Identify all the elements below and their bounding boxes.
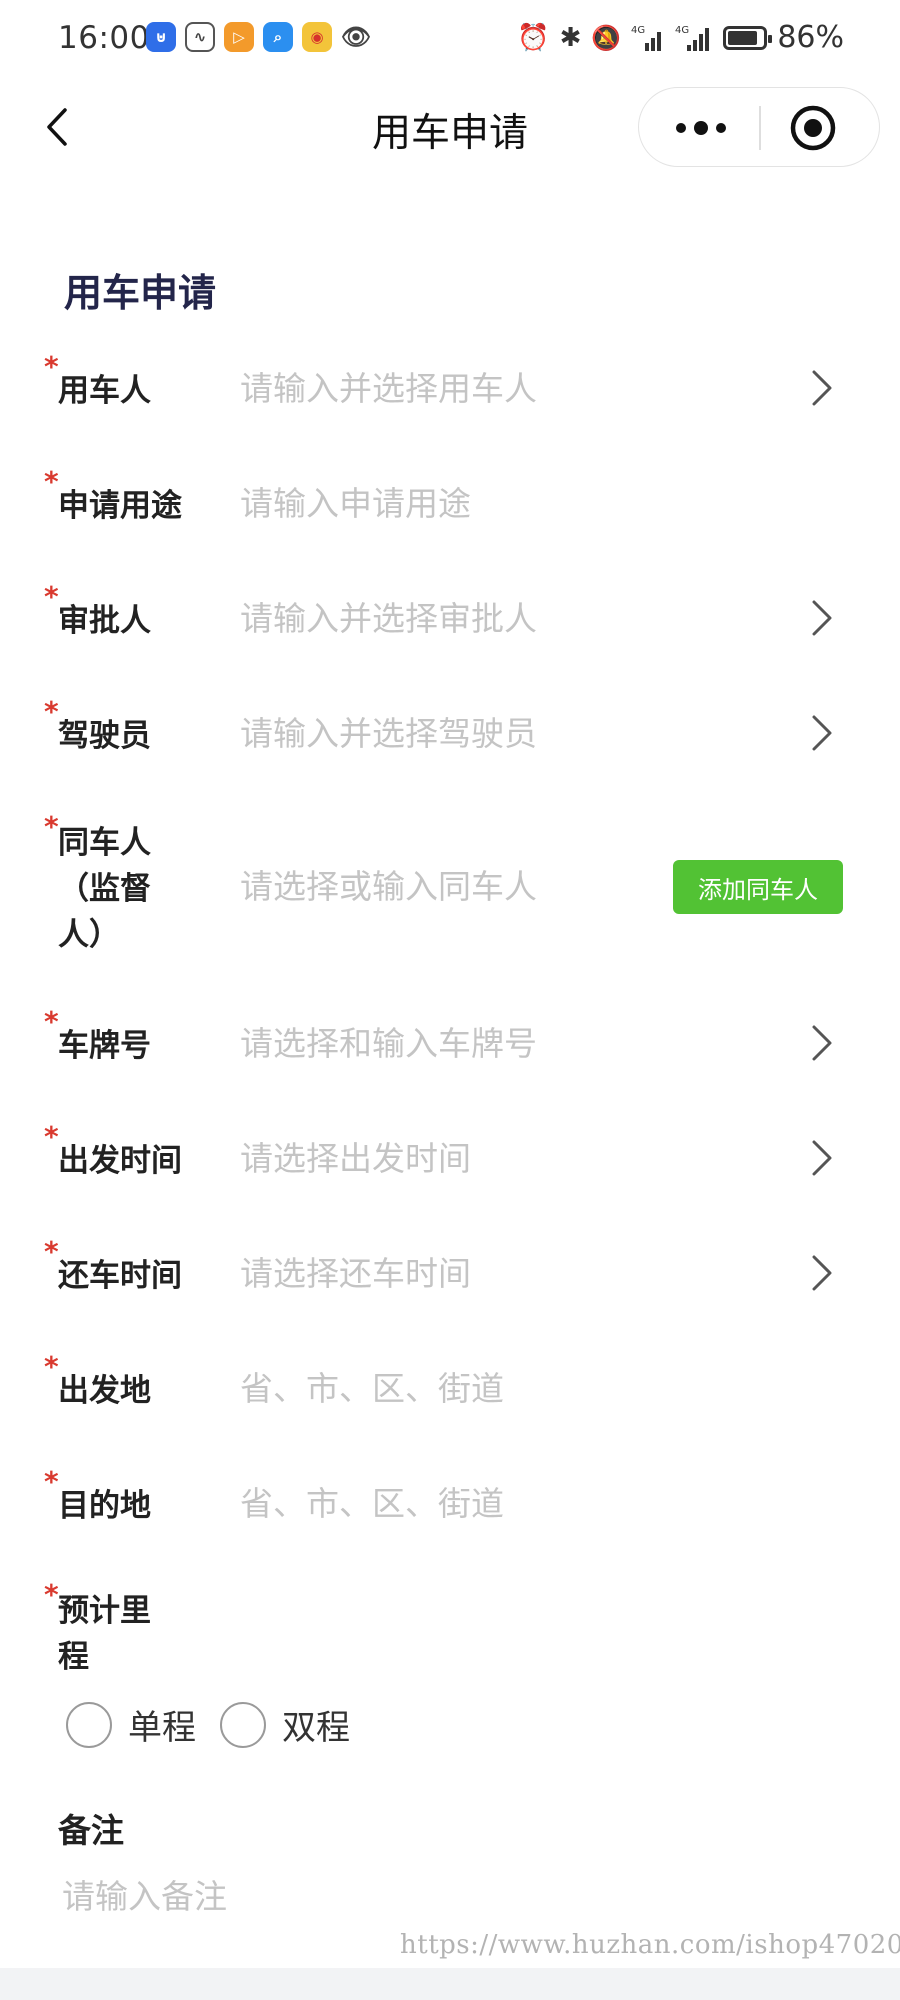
field-approver[interactable]: * 审批人 请输入并选择审批人	[0, 580, 900, 660]
target-close-icon	[790, 105, 836, 151]
field-return-time[interactable]: * 还车时间 请选择还车时间	[0, 1235, 900, 1315]
field-label-line-3: 人）	[58, 917, 120, 953]
chevron-right-icon	[812, 600, 832, 636]
plate-number-input[interactable]: 请选择和输入车牌号	[240, 1021, 537, 1067]
field-estimated-mileage: * 预计里 程	[0, 1578, 900, 1688]
field-vehicle-user[interactable]: * 用车人 请输入并选择用车人	[0, 350, 900, 430]
required-mark: *	[44, 695, 59, 728]
close-mini-program-button[interactable]	[787, 102, 839, 154]
destination-input[interactable]: 省、市、区、街道	[240, 1481, 504, 1527]
one-way-label[interactable]: 单程	[128, 1700, 196, 1749]
required-mark: *	[44, 1578, 59, 1611]
one-way-radio[interactable]	[66, 1701, 112, 1748]
field-label: 用车人	[58, 373, 151, 409]
field-label-line-2: 程	[58, 1639, 89, 1675]
required-mark: *	[44, 1120, 59, 1153]
required-mark: *	[44, 580, 59, 613]
required-mark: *	[44, 465, 59, 498]
link-app-icon: ∿	[185, 22, 215, 52]
field-label: 出发时间	[58, 1143, 182, 1179]
more-dots-icon	[676, 121, 726, 135]
mute-icon: 🔕	[591, 23, 622, 52]
eye-icon: 👁	[340, 23, 372, 51]
battery-level	[728, 30, 758, 45]
field-label-line-2: （监督	[58, 871, 151, 907]
more-button[interactable]	[661, 98, 741, 158]
departure-time-input[interactable]: 请选择出发时间	[240, 1136, 471, 1182]
status-bar: 16:00 ⊍ ∿ ▷ ⌕ ◉ 👁 ⏰ ✱ 🔕 4G 4G 86%	[0, 0, 900, 80]
field-destination[interactable]: * 目的地 省、市、区、街道	[0, 1465, 900, 1545]
search-app-icon: ⌕	[263, 22, 293, 52]
svg-text:4G: 4G	[675, 25, 689, 36]
field-label-line-1: 同车人	[58, 825, 151, 861]
approver-input[interactable]: 请输入并选择审批人	[240, 596, 537, 642]
note-input[interactable]: 请输入备注	[62, 1870, 227, 1918]
battery-percent: 86%	[777, 20, 844, 55]
chevron-right-icon	[812, 1025, 832, 1061]
add-companion-button[interactable]: 添加同车人	[673, 860, 843, 914]
origin-input[interactable]: 省、市、区、街道	[240, 1366, 504, 1412]
field-label: 驾驶员	[58, 718, 151, 754]
required-mark: *	[44, 1005, 59, 1038]
nav-bar: 用车申请	[0, 80, 900, 176]
alarm-icon: ⏰	[517, 22, 550, 53]
field-label: 出发地	[58, 1373, 151, 1409]
companions-input[interactable]: 请选择或输入同车人	[240, 864, 537, 910]
round-trip-label[interactable]: 双程	[282, 1700, 350, 1749]
driver-input[interactable]: 请输入并选择驾驶员	[240, 711, 537, 757]
purpose-input[interactable]: 请输入申请用途	[240, 481, 471, 527]
watermark: https://www.huzhan.com/ishop47020	[400, 1930, 900, 1960]
field-plate-number[interactable]: * 车牌号 请选择和输入车牌号	[0, 1005, 900, 1085]
svg-text:4G: 4G	[631, 25, 645, 36]
baidu-app-icon: ⊍	[146, 22, 176, 52]
chevron-right-icon	[812, 1140, 832, 1176]
signal-4g-icon: 4G	[631, 25, 662, 51]
weibo-app-icon: ◉	[302, 22, 332, 52]
field-label: 车牌号	[58, 1028, 151, 1064]
trip-type-radio-group: 单程 双程	[66, 1700, 374, 1749]
field-label: 审批人	[58, 603, 151, 639]
required-mark: *	[44, 1465, 59, 1498]
round-trip-radio[interactable]	[220, 1701, 266, 1748]
required-mark: *	[44, 810, 59, 843]
chevron-right-icon	[812, 1255, 832, 1291]
status-indicators: ⏰ ✱ 🔕 4G 4G 86%	[517, 20, 844, 55]
field-label: 申请用途	[58, 488, 182, 524]
chevron-right-icon	[812, 715, 832, 751]
field-label: 目的地	[58, 1488, 151, 1524]
field-label: 还车时间	[58, 1258, 182, 1294]
status-time: 16:00	[58, 20, 150, 56]
field-departure-time[interactable]: * 出发时间 请选择出发时间	[0, 1120, 900, 1200]
required-mark: *	[44, 1350, 59, 1383]
mini-program-capsule	[638, 87, 880, 167]
video-app-icon: ▷	[224, 22, 254, 52]
note-label: 备注	[58, 1811, 124, 1850]
return-time-input[interactable]: 请选择还车时间	[240, 1251, 471, 1297]
bottom-strip	[0, 1968, 900, 2000]
field-label-line-1: 预计里	[58, 1593, 151, 1629]
bluetooth-icon: ✱	[559, 22, 582, 53]
field-driver[interactable]: * 驾驶员 请输入并选择驾驶员	[0, 695, 900, 775]
status-app-icons: ⊍ ∿ ▷ ⌕ ◉ 👁	[146, 22, 371, 52]
field-origin[interactable]: * 出发地 省、市、区、街道	[0, 1350, 900, 1430]
vehicle-user-input[interactable]: 请输入并选择用车人	[240, 366, 537, 412]
capsule-divider	[759, 106, 761, 150]
chevron-right-icon	[812, 370, 832, 406]
required-mark: *	[44, 350, 59, 383]
required-mark: *	[44, 1235, 59, 1268]
battery-icon	[723, 25, 773, 50]
field-purpose[interactable]: * 申请用途 请输入申请用途	[0, 465, 900, 545]
form-title: 用车申请	[64, 271, 217, 315]
field-companions[interactable]: * 同车人 （监督 人） 请选择或输入同车人 添加同车人	[0, 810, 900, 960]
signal-4g-icon-2: 4G	[675, 25, 710, 51]
